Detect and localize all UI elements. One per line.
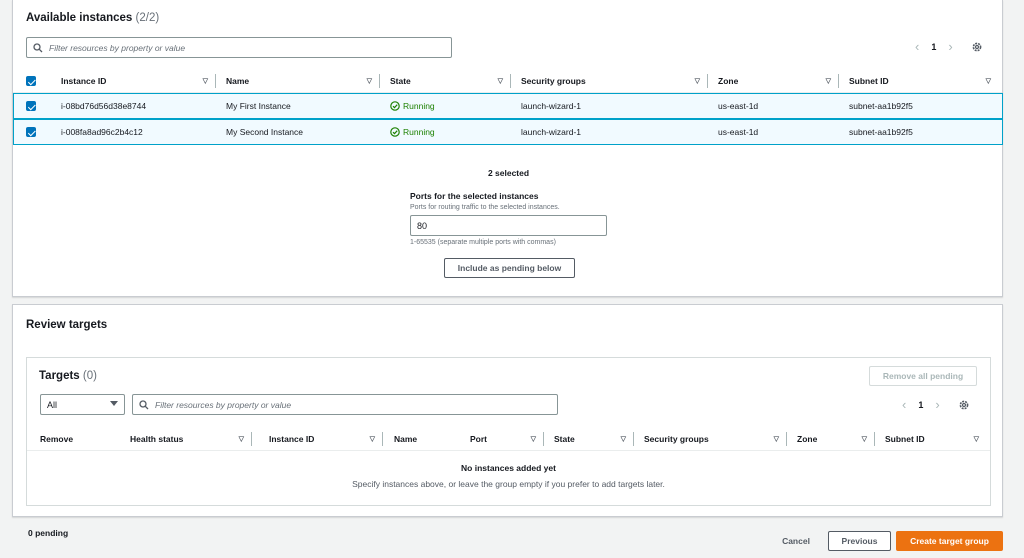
gear-icon[interactable] — [958, 399, 970, 411]
sort-caret-icon: ▽ — [773, 436, 779, 443]
sort-caret-icon: ▽ — [861, 436, 867, 443]
column-header-remove: Remove — [40, 434, 74, 444]
column-header-port[interactable]: Port ▽ — [470, 427, 544, 451]
instances-pagination: ‹ 1 › — [915, 40, 983, 53]
caret-down-icon — [110, 401, 118, 406]
select-all-checkbox[interactable] — [26, 69, 46, 93]
targets-filter-select[interactable]: All — [40, 394, 125, 415]
column-header-name[interactable]: Name ▽ — [226, 69, 380, 93]
security-group: launch-wizard-1 — [521, 127, 581, 137]
sort-caret-icon: ▽ — [530, 436, 536, 443]
sort-caret-icon: ▽ — [973, 436, 979, 443]
page-number[interactable]: 1 — [931, 42, 936, 52]
column-header-state[interactable]: State ▽ — [554, 427, 634, 451]
column-header-security-groups[interactable]: Security groups ▽ — [521, 69, 708, 93]
chevron-left-icon[interactable]: ‹ — [902, 398, 906, 411]
instance-name: My Second Instance — [226, 127, 304, 137]
column-header-name: Name — [394, 434, 418, 444]
search-icon — [33, 42, 43, 52]
review-targets-heading: Review targets — [26, 319, 108, 331]
review-targets-panel: Review targets Targets (0) Remove all pe… — [12, 304, 1003, 517]
zone: us-east-1d — [718, 101, 759, 111]
table-row[interactable]: i-008fa8ad96c2b4c12 My Second Instance R… — [13, 119, 1003, 145]
instance-name: My First Instance — [226, 101, 291, 111]
column-header-subnet-id[interactable]: Subnet ID ▽ — [885, 427, 985, 451]
targets-heading: Targets (0) — [39, 370, 97, 382]
column-header-zone[interactable]: Zone ▽ — [797, 427, 875, 451]
create-target-group-button[interactable]: Create target group — [896, 531, 1003, 551]
sort-caret-icon: ▽ — [238, 436, 244, 443]
include-as-pending-button[interactable]: Include as pending below — [444, 258, 575, 278]
ports-label: Ports for the selected instances — [410, 191, 539, 201]
column-header-subnet-id[interactable]: Subnet ID ▽ — [849, 69, 997, 93]
search-placeholder: Filter resources by property or value — [155, 399, 292, 410]
empty-state-description: Specify instances above, or leave the gr… — [352, 479, 665, 489]
security-group: launch-wizard-1 — [521, 101, 581, 111]
column-header-instance-id[interactable]: Instance ID ▽ — [61, 69, 216, 93]
sort-caret-icon: ▽ — [497, 78, 503, 85]
sort-caret-icon: ▽ — [202, 78, 208, 85]
column-header-security-groups[interactable]: Security groups ▽ — [644, 427, 787, 451]
sort-caret-icon: ▽ — [369, 436, 375, 443]
zone: us-east-1d — [718, 127, 759, 137]
instance-state: Running — [390, 120, 435, 144]
row-checkbox[interactable] — [26, 120, 36, 144]
targets-container: Targets (0) Remove all pending All Filte… — [26, 357, 991, 506]
instances-search-input[interactable]: Filter resources by property or value — [26, 37, 452, 58]
instance-id[interactable]: i-008fa8ad96c2b4c12 — [61, 120, 143, 144]
ports-hint: 1-65535 (separate multiple ports with co… — [410, 239, 556, 246]
check-circle-icon — [390, 101, 400, 111]
chevron-right-icon[interactable]: › — [948, 40, 952, 53]
gear-icon[interactable] — [971, 41, 983, 53]
search-placeholder: Filter resources by property or value — [49, 42, 186, 53]
search-icon — [139, 399, 149, 409]
chevron-left-icon[interactable]: ‹ — [915, 40, 919, 53]
available-instances-panel: Available instances (2/2) Filter resourc… — [12, 0, 1003, 297]
targets-search-input[interactable]: Filter resources by property or value — [132, 394, 558, 415]
available-instances-heading: Available instances (2/2) — [26, 12, 160, 24]
column-header-zone[interactable]: Zone ▽ — [718, 69, 839, 93]
previous-button[interactable]: Previous — [828, 531, 891, 551]
ports-input[interactable]: 80 — [410, 215, 607, 236]
ports-description: Ports for routing traffic to the selecte… — [410, 204, 560, 211]
table-row[interactable]: i-08bd76d56d38e8744 My First Instance Ru… — [13, 93, 1003, 119]
check-circle-icon — [390, 127, 400, 137]
column-header-state[interactable]: State ▽ — [390, 69, 511, 93]
empty-state-title: No instances added yet — [461, 463, 556, 473]
pending-count: 0 pending — [28, 528, 69, 538]
row-checkbox[interactable] — [26, 94, 36, 118]
sort-caret-icon: ▽ — [825, 78, 831, 85]
remove-all-pending-button[interactable]: Remove all pending — [869, 366, 977, 386]
selected-count: 2 selected — [487, 168, 530, 178]
chevron-right-icon[interactable]: › — [935, 398, 939, 411]
sort-caret-icon: ▽ — [985, 78, 991, 85]
cancel-button[interactable]: Cancel — [770, 531, 822, 551]
sort-caret-icon: ▽ — [366, 78, 372, 85]
column-header-health-status[interactable]: Health status ▽ — [130, 427, 252, 451]
subnet-id: subnet-aa1b92f5 — [849, 127, 913, 137]
sort-caret-icon: ▽ — [620, 436, 626, 443]
instances-table-header: Instance ID ▽ Name ▽ State ▽ Security group… — [13, 69, 1002, 93]
page-number[interactable]: 1 — [918, 400, 923, 410]
targets-pagination: ‹ 1 › — [902, 398, 970, 411]
targets-table-header: Remove Health status ▽ Instance ID ▽ Name … — [27, 427, 990, 451]
instance-id[interactable]: i-08bd76d56d38e8744 — [61, 94, 146, 118]
column-header-instance-id[interactable]: Instance ID ▽ — [269, 427, 383, 451]
subnet-id: subnet-aa1b92f5 — [849, 101, 913, 111]
sort-caret-icon: ▽ — [694, 78, 700, 85]
instance-state: Running — [390, 94, 435, 118]
